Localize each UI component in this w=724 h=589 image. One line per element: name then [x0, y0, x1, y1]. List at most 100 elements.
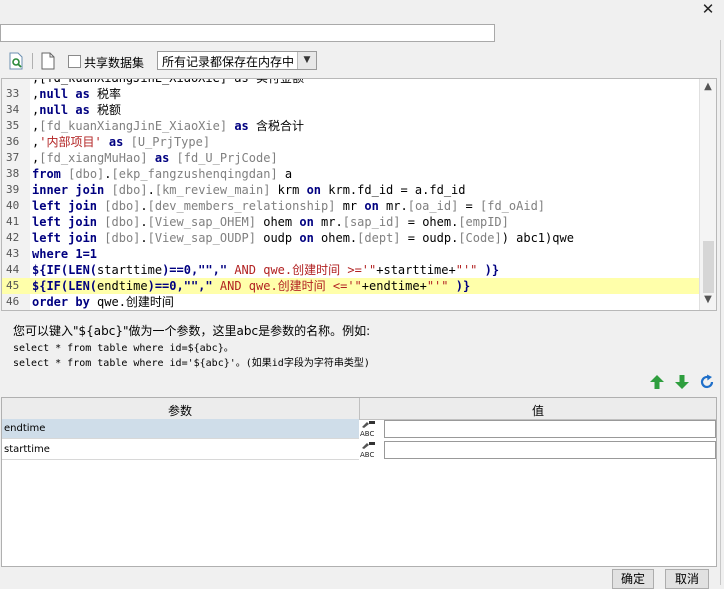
line-number: 41 — [6, 215, 20, 228]
code-text: ,[fd_kuanXiangJinE_XiaoXie] as 实付金额 — [32, 78, 304, 86]
line-number: 46 — [6, 295, 20, 308]
scroll-up-icon[interactable]: ▲ — [700, 81, 716, 95]
refresh-icon[interactable] — [698, 374, 716, 392]
type-icon-text: ABC — [360, 451, 375, 459]
preview-search-icon[interactable] — [8, 52, 24, 70]
code-token: "'" — [426, 279, 449, 293]
param-value-input[interactable] — [384, 420, 716, 438]
code-text: left join [dbo].[dev_members_relationshi… — [32, 198, 545, 214]
help-text-example-2: select * from table where id='${abc}'。(如… — [13, 358, 370, 369]
code-line: 34 ,null as 税额 — [2, 102, 702, 118]
move-down-icon[interactable] — [673, 374, 691, 392]
scroll-down-icon[interactable]: ▼ — [700, 294, 716, 308]
code-token: as — [75, 103, 90, 117]
line-number: 35 — [6, 119, 20, 132]
code-token: [fd_oAid] — [480, 199, 546, 213]
param-name[interactable]: endtime — [2, 419, 359, 439]
code-token: . — [104, 167, 112, 181]
code-token: krm — [270, 183, 307, 197]
code-text: ,'内部项目' as [U_PrjType] — [32, 134, 210, 150]
code-text: left join [dbo].[View_sap_OUDP] oudp on … — [32, 230, 574, 246]
code-text: inner join [dbo].[km_review_main] krm on… — [32, 182, 466, 198]
code-token: [View_sap_OUDP] — [147, 231, 256, 245]
close-button[interactable]: ✕ — [696, 0, 720, 20]
code-token: [dept] — [357, 231, 401, 245]
param-name[interactable]: starttime — [2, 440, 359, 460]
code-text: order by qwe.创建时间 — [32, 294, 174, 310]
help-text-intro: 您可以键入"${abc}"做为一个参数，这里abc是参数的名称。例如: — [13, 324, 371, 338]
toolbar: 共享数据集 所有记录都保存在内存中 ▼ — [0, 48, 720, 74]
code-token: oudp — [256, 231, 300, 245]
cancel-button[interactable]: 取消 — [665, 569, 709, 589]
code-token: from — [32, 167, 61, 181]
code-text: ,null as 税额 — [32, 102, 121, 118]
code-token: left join — [32, 199, 98, 213]
code-token: . — [140, 215, 148, 229]
header-divider — [359, 398, 360, 419]
code-token: [dbo] — [111, 183, 148, 197]
code-token: left join — [32, 215, 98, 229]
code-text: ,[fd_xiangMuHao] as [fd_U_PrjCode] — [32, 150, 278, 166]
line-number: 38 — [6, 167, 20, 180]
code-token: )} — [448, 279, 471, 293]
code-token: . — [140, 199, 148, 213]
line-number: 36 — [6, 135, 20, 148]
code-token: mr — [335, 199, 365, 213]
ok-button[interactable]: 确定 — [612, 569, 654, 589]
scrollbar-thumb[interactable] — [703, 241, 714, 293]
toolbar-separator — [32, 53, 33, 69]
code-token: mr. — [378, 199, 408, 213]
code-token: mr. — [313, 215, 343, 229]
line-number: 34 — [6, 103, 20, 116]
code-line: 39 inner join [dbo].[km_review_main] krm … — [2, 182, 702, 198]
dataset-name-input[interactable] — [0, 24, 495, 42]
code-token: = oudp. — [400, 231, 459, 245]
code-token: krm.fd_id = a.fd_id — [321, 183, 466, 197]
line-number: 39 — [6, 183, 20, 196]
param-value-input[interactable] — [384, 441, 716, 459]
share-dataset-checkbox[interactable] — [68, 55, 81, 68]
code-line: 45 ${IF(LEN(endtime)==0,""," AND qwe.创建时间… — [2, 278, 702, 294]
code-token: 税率 — [89, 87, 122, 101]
param-row[interactable]: endtime ABC — [2, 419, 716, 439]
code-token: [fd_kuanXiangJinE_XiaoXie] — [39, 119, 228, 133]
code-token: null — [39, 103, 69, 117]
code-token: [dbo] — [104, 199, 141, 213]
code-token: [dbo] — [104, 215, 141, 229]
memory-mode-select[interactable]: 所有记录都保存在内存中 ▼ — [157, 51, 317, 70]
code-token: order by — [32, 295, 90, 309]
new-document-icon[interactable] — [40, 52, 56, 70]
window-edge — [720, 40, 721, 585]
code-token: )==0,""," — [147, 279, 213, 293]
code-line: 38 from [dbo].[ekp_fangzushenqingdan] a — [2, 166, 702, 182]
code-token: null — [39, 87, 69, 101]
code-text: ,null as 税率 — [32, 86, 121, 102]
text-type-icon[interactable]: ABC — [360, 441, 382, 459]
code-token: ,[fd_kuanXiangJinE_XiaoXie] as 实付金额 — [32, 78, 304, 85]
param-row[interactable]: starttime ABC — [2, 440, 716, 460]
code-token: on — [306, 183, 322, 197]
code-token: ${IF(LEN( — [32, 279, 98, 293]
code-token: [dev_members_relationship] — [147, 199, 336, 213]
code-line: ,[fd_kuanXiangJinE_XiaoXie] as 实付金额 — [2, 78, 702, 86]
params-table: 参数 值 endtime ABC starttime ABC — [1, 397, 717, 567]
text-type-icon[interactable]: ABC — [360, 420, 382, 438]
code-token: [oa_id] — [407, 199, 459, 213]
code-line: 41 left join [dbo].[View_sap_OHEM] ohem o… — [2, 214, 702, 230]
code-token: [sap_id] — [342, 215, 401, 229]
chevron-down-icon[interactable]: ▼ — [297, 52, 316, 69]
code-text: ${IF(LEN(starttime)==0,""," AND qwe.创建时间… — [32, 262, 499, 278]
code-line: 43 where 1=1 — [2, 246, 702, 262]
code-token: = — [458, 199, 480, 213]
line-number: 44 — [6, 263, 20, 276]
sql-editor[interactable]: ,[fd_kuanXiangJinE_XiaoXie] as 实付金额 33 ,nu… — [1, 78, 717, 311]
move-up-icon[interactable] — [648, 374, 666, 392]
code-token: [dbo] — [68, 167, 105, 181]
code-token: [km_review_main] — [154, 183, 271, 197]
code-token: as — [75, 87, 90, 101]
memory-mode-value: 所有记录都保存在内存中 — [162, 55, 295, 69]
editor-vertical-scrollbar[interactable]: ▲ ▼ — [699, 79, 716, 310]
